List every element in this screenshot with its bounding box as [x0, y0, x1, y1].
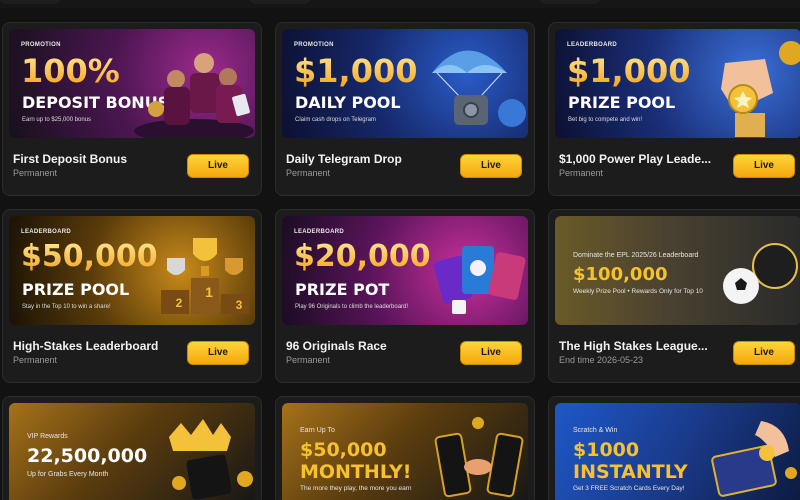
card-subtitle: Permanent	[13, 168, 58, 178]
banner-tag: LEADERBOARD	[567, 42, 617, 48]
podium-rank-1: 1	[205, 284, 213, 300]
promo-card-power-play[interactable]: LEADERBOARD $1,000 PRIZE POOL Bet big to…	[548, 22, 800, 196]
banner-caption: Weekly Prize Pool • Rewards Only for Top…	[573, 288, 703, 295]
promo-card-epl-league[interactable]: Dominate the EPL 2025/26 Leaderboard $10…	[548, 209, 800, 383]
promo-card-daily-telegram[interactable]: PROMOTION $1,000 DAILY POOL Claim cash d…	[275, 22, 535, 196]
card-subtitle: Permanent	[286, 355, 331, 365]
banner-caption: Up for Grabs Every Month	[27, 471, 109, 478]
banner-headline: $1,000	[567, 52, 691, 90]
banner-headline: $1,000	[294, 52, 418, 90]
banner-tag: Scratch & Win	[573, 427, 618, 434]
banner-subheadline: PRIZE POOL	[568, 93, 676, 112]
card-title: $1,000 Power Play Leade...	[559, 152, 712, 166]
promo-banner[interactable]: Dominate the EPL 2025/26 Leaderboard $10…	[555, 216, 800, 325]
soccer-ball-lion-illustration	[723, 243, 798, 304]
banner-caption: Bet big to compete and win!	[568, 117, 643, 123]
top-tab-pill[interactable]	[0, 0, 60, 4]
banner-headline: $50,000	[21, 239, 158, 274]
banner-headline: $20,000	[294, 239, 431, 274]
banner-caption: Claim cash drops on Telegram	[295, 117, 376, 123]
podium-rank-3: 3	[235, 298, 243, 312]
banner-subheadline: PRIZE POOL	[22, 280, 130, 299]
promo-banner[interactable]: PROMOTION $1,000 DAILY POOL Claim cash d…	[282, 29, 528, 138]
promo-banner[interactable]: LEADERBOARD $1,000 PRIZE POOL Bet big to…	[555, 29, 800, 138]
top-tab-pill[interactable]	[540, 0, 600, 4]
banner-subheadline: DAILY POOL	[295, 93, 401, 112]
crown-coins-illustration	[169, 419, 253, 500]
banner-subheadline: MONTHLY!	[300, 461, 412, 483]
promo-card-vip-rewards[interactable]: VIP Rewards 22,500,000 Up for Grabs Ever…	[2, 396, 262, 500]
promo-banner[interactable]: PROMOTION 100% DEPOSIT BONUS Earn up to …	[9, 29, 255, 138]
live-button[interactable]: Live	[733, 341, 795, 365]
card-title: High-Stakes Leaderboard	[13, 339, 159, 353]
promo-card-affiliate[interactable]: Earn Up To $50,000 MONTHLY! The more the…	[275, 396, 535, 500]
promo-card-high-stakes-leaderboard[interactable]: LEADERBOARD $50,000 PRIZE POOL Stay in t…	[2, 209, 262, 383]
banner-tag: VIP Rewards	[27, 433, 68, 440]
fist-medal-illustration	[721, 41, 800, 137]
parachute-safe-illustration	[432, 50, 526, 127]
banner-headline: 100%	[21, 52, 120, 90]
card-subtitle: Permanent	[286, 168, 331, 178]
live-button[interactable]: Live	[187, 341, 249, 365]
promo-card-scratch-win[interactable]: Scratch & Win $1000 INSTANTLY Get 3 FREE…	[548, 396, 800, 500]
banner-tag: Dominate the EPL 2025/26 Leaderboard	[573, 252, 699, 259]
card-title: Daily Telegram Drop	[286, 152, 402, 166]
promo-banner[interactable]: Earn Up To $50,000 MONTHLY! The more the…	[282, 403, 528, 500]
card-title: First Deposit Bonus	[13, 152, 128, 166]
promo-banner[interactable]: LEADERBOARD $20,000 PRIZE POT Play 96 Or…	[282, 216, 528, 325]
card-title: 96 Originals Race	[286, 339, 387, 353]
banner-tag: LEADERBOARD	[294, 229, 344, 235]
card-subtitle: End time 2026-05-23	[559, 355, 644, 365]
banner-headline: $50,000	[300, 439, 387, 461]
promo-banner[interactable]: VIP Rewards 22,500,000 Up for Grabs Ever…	[9, 403, 255, 500]
card-title: The High Stakes League...	[559, 339, 708, 353]
card-subtitle: Permanent	[559, 168, 604, 178]
game-cards-illustration	[433, 246, 526, 314]
live-button[interactable]: Live	[187, 154, 249, 178]
banner-caption: Play 96 Originals to climb the leaderboa…	[295, 304, 409, 310]
promo-banner[interactable]: Scratch & Win $1000 INSTANTLY Get 3 FREE…	[555, 403, 800, 500]
promo-banner[interactable]: LEADERBOARD $50,000 PRIZE POOL Stay in t…	[9, 216, 255, 325]
banner-caption: Earn up to $25,000 bonus	[22, 117, 92, 123]
banner-caption: Stay in the Top 10 to win a share!	[22, 304, 111, 310]
football-players-illustration	[134, 53, 254, 138]
banner-caption: The more they play, the more you earn	[300, 485, 412, 492]
banner-headline: 22,500,000	[27, 445, 148, 467]
banner-tag: LEADERBOARD	[21, 229, 71, 235]
live-button[interactable]: Live	[460, 154, 522, 178]
scratch-card-hand-illustration	[711, 421, 797, 497]
banner-headline: $1000	[573, 439, 640, 461]
banner-caption: Get 3 FREE Scratch Cards Every Day!	[573, 485, 685, 492]
top-tab-pill[interactable]	[250, 0, 310, 4]
promo-card-96-originals[interactable]: LEADERBOARD $20,000 PRIZE POT Play 96 Or…	[275, 209, 535, 383]
phones-handshake-illustration	[434, 417, 524, 498]
banner-subheadline: INSTANTLY	[573, 461, 688, 483]
banner-tag: Earn Up To	[300, 427, 335, 434]
top-strip	[0, 0, 800, 8]
card-subtitle: Permanent	[13, 355, 58, 365]
banner-tag: PROMOTION	[294, 42, 334, 48]
promo-card-first-deposit[interactable]: PROMOTION 100% DEPOSIT BONUS Earn up to …	[2, 22, 262, 196]
banner-headline: $100,000	[573, 264, 668, 285]
podium-rank-2: 2	[175, 296, 183, 310]
banner-tag: PROMOTION	[21, 42, 61, 48]
banner-subheadline: PRIZE POT	[295, 280, 390, 299]
live-button[interactable]: Live	[733, 154, 795, 178]
live-button[interactable]: Live	[460, 341, 522, 365]
